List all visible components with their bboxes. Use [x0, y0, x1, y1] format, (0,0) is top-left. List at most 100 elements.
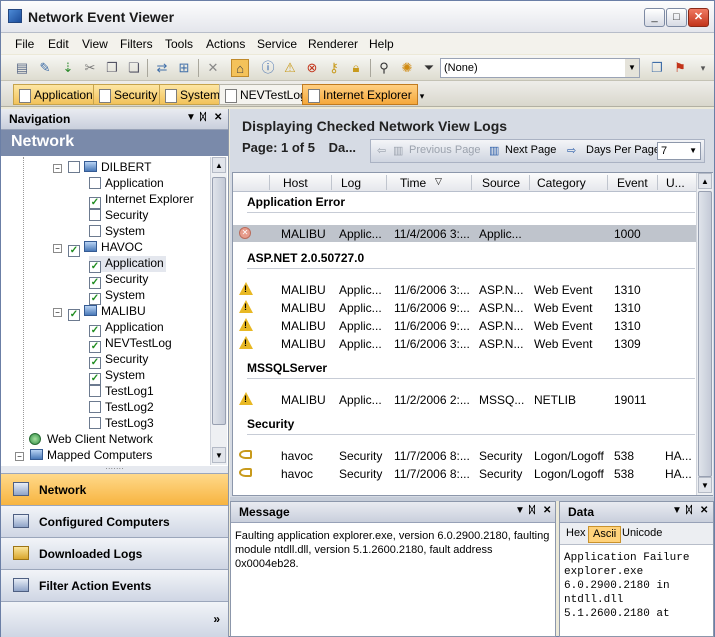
tree-log-node[interactable]: TestLog2 [89, 400, 154, 416]
flag-icon[interactable]: ⚑ [671, 59, 689, 77]
scroll-thumb[interactable] [698, 191, 712, 477]
tree-computer-node[interactable]: − ✓ HAVOC [53, 240, 143, 257]
more-sections-bar[interactable]: » [1, 601, 228, 637]
checkbox[interactable] [89, 209, 101, 221]
column-event[interactable]: Event [617, 176, 648, 190]
scroll-down-icon[interactable]: ▼ [698, 477, 712, 493]
checkbox[interactable] [89, 177, 101, 189]
menu-file[interactable]: File [15, 37, 34, 51]
find-icon[interactable]: ⚲ [375, 59, 393, 77]
tree-log-node[interactable]: Application [89, 176, 164, 192]
close-panel-icon[interactable]: ✕ [214, 112, 222, 123]
copy-icon[interactable]: ❐ [103, 59, 121, 77]
warning-filter-icon[interactable]: ⚠ [281, 59, 299, 77]
prev-arrow-icon[interactable]: ⇦ [377, 144, 386, 157]
grid-scrollbar[interactable]: ▲ ▼ [696, 173, 713, 495]
pin-icon[interactable]: ⌂ [231, 59, 249, 77]
scroll-up-icon[interactable]: ▲ [212, 157, 226, 173]
scroll-up-icon[interactable]: ▲ [698, 173, 712, 189]
checkbox[interactable] [89, 385, 101, 397]
network-icon[interactable]: ⇄ [153, 59, 171, 77]
checkbox[interactable]: ✓ [68, 245, 80, 257]
tree-log-node[interactable]: ✓ System [89, 288, 145, 305]
panel-resize-grip[interactable]: ······· [1, 465, 228, 473]
audit-success-icon[interactable]: ⚷ [325, 59, 343, 77]
properties-icon[interactable]: ▤ [13, 59, 31, 77]
cut-icon[interactable]: ✂ [81, 59, 99, 77]
tab-unicode[interactable]: Unicode [618, 526, 666, 543]
days-per-page-select[interactable]: 7 ▼ [657, 142, 701, 160]
tree-log-node[interactable]: ✓ Internet Explorer [89, 192, 194, 209]
event-row[interactable]: ✕ MALIBU Applic... 11/4/2006 3:... Applic...… [233, 225, 698, 242]
close-button[interactable]: ✕ [688, 8, 709, 27]
tab-nevtestlog[interactable]: NEVTestLog [219, 84, 313, 105]
group-header[interactable]: MSSQLServer [247, 361, 327, 375]
collapse-icon[interactable]: − [53, 308, 62, 317]
tree-log-node[interactable]: ✓ Application [89, 320, 164, 337]
audit-failure-icon[interactable]: 🔒︎ [347, 59, 365, 77]
tree-log-node[interactable]: ✓ NEVTestLog [89, 336, 172, 353]
collapse-icon[interactable]: − [53, 164, 62, 173]
group-header[interactable]: ASP.NET 2.0.50727.0 [247, 251, 364, 265]
column-log[interactable]: Log [341, 176, 361, 190]
tree-log-node[interactable]: Security [89, 208, 148, 224]
next-page-button[interactable]: Next Page [505, 144, 556, 156]
column-category[interactable]: Category [537, 176, 586, 190]
filter-select[interactable]: (None) ▼ [440, 58, 640, 78]
menu-view[interactable]: View [82, 37, 108, 51]
event-row[interactable]: MALIBU Applic... 11/6/2006 3:... ASP.N... We… [233, 335, 698, 352]
menu-actions[interactable]: Actions [206, 37, 245, 51]
checkbox[interactable] [68, 161, 80, 173]
info-icon[interactable]: ⓘ [259, 59, 277, 77]
paste-icon[interactable]: ❏ [125, 59, 143, 77]
tree-log-node[interactable]: TestLog1 [89, 384, 154, 400]
find-next-icon[interactable]: ✺ [398, 59, 416, 77]
checkbox[interactable] [89, 417, 101, 429]
tree-log-node[interactable]: System [89, 224, 145, 240]
section-filter-action-events[interactable]: Filter Action Events [1, 569, 228, 601]
tab-internet-explorer[interactable]: Internet Explorer [302, 84, 418, 105]
pin-panel-icon[interactable]: ᛞ [200, 112, 206, 123]
tree-icon[interactable]: ⊞ [175, 59, 193, 77]
maximize-button[interactable]: □ [666, 8, 687, 27]
menu-filters[interactable]: Filters [120, 37, 153, 51]
previous-page-button[interactable]: Previous Page [409, 144, 481, 156]
panel-menu-icon[interactable]: ▼ [515, 505, 525, 516]
menu-help[interactable]: Help [369, 37, 394, 51]
copy-view-icon[interactable]: ❐ [648, 59, 666, 77]
panel-menu-icon[interactable]: ▼ [672, 505, 682, 516]
column-user[interactable]: U... [666, 176, 685, 190]
section-downloaded-logs[interactable]: Downloaded Logs [1, 537, 228, 569]
toolbar-overflow-icon[interactable]: ▾ [694, 59, 712, 77]
event-row[interactable]: havoc Security 11/7/2006 8:... Security Logo… [233, 465, 698, 482]
checkbox[interactable] [89, 401, 101, 413]
section-network[interactable]: Network [1, 473, 228, 505]
column-source[interactable]: Source [482, 176, 520, 190]
event-row[interactable]: MALIBU Applic... 11/6/2006 3:... ASP.N... We… [233, 281, 698, 298]
event-row[interactable]: havoc Security 11/7/2006 8:... Security Logo… [233, 447, 698, 464]
collapse-icon[interactable]: − [53, 244, 62, 253]
panel-menu-icon[interactable]: ▼ [186, 112, 196, 123]
pin-panel-icon[interactable]: ᛞ [529, 505, 535, 516]
tab-hex[interactable]: Hex [562, 526, 590, 543]
more-sections-icon[interactable]: » [213, 612, 220, 626]
filter-icon[interactable]: ⏷ [420, 59, 438, 77]
event-row[interactable]: MALIBU Applic... 11/2/2006 2:... MSSQ... NET… [233, 391, 698, 408]
scroll-thumb[interactable] [212, 177, 226, 425]
scroll-down-icon[interactable]: ▼ [212, 447, 226, 463]
tree-log-node[interactable]: ✓ System [89, 368, 145, 385]
error-filter-icon[interactable]: ⊗ [303, 59, 321, 77]
download-icon[interactable]: ⇣ [59, 59, 77, 77]
next-arrow-icon[interactable]: ⇨ [567, 144, 576, 157]
tree-log-node[interactable]: ✓ Security [89, 272, 148, 289]
tree-scrollbar[interactable]: ▲ ▼ [210, 157, 227, 465]
checkbox[interactable] [89, 225, 101, 237]
close-panel-icon[interactable]: ✕ [700, 505, 708, 516]
event-row[interactable]: MALIBU Applic... 11/6/2006 9:... ASP.N... We… [233, 299, 698, 316]
pin-panel-icon[interactable]: ᛞ [686, 505, 692, 516]
tree-log-node[interactable]: ✓ Security [89, 352, 148, 369]
tree-computer-node[interactable]: − DILBERT [53, 160, 151, 176]
section-configured-computers[interactable]: Configured Computers [1, 505, 228, 537]
menu-renderer[interactable]: Renderer [308, 37, 358, 51]
group-header[interactable]: Security [247, 417, 294, 431]
